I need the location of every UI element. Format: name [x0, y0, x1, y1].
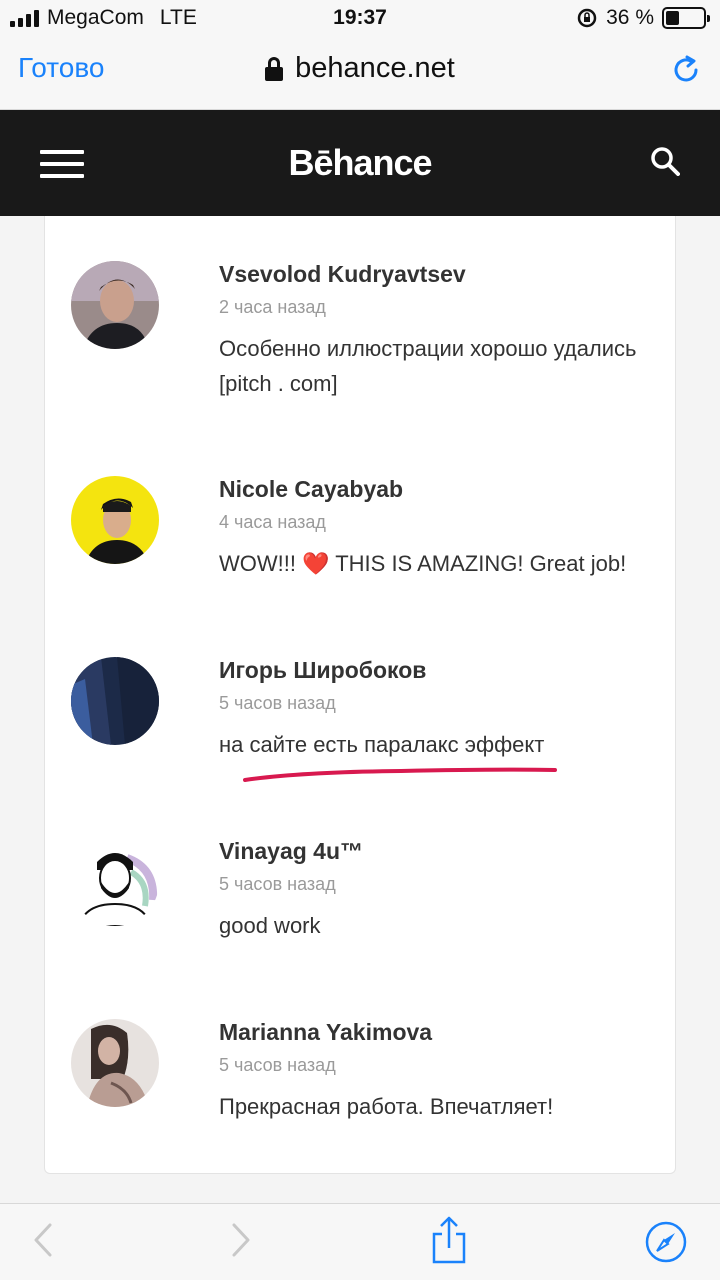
battery-percent: 36 % [606, 6, 654, 29]
red-underline-annotation [243, 767, 557, 782]
comment-item: Marianna Yakimova 5 часов назад Прекрасн… [71, 1019, 651, 1129]
comment-item: Nicole Cayabyab 4 часа назад WOW!!! ❤️ T… [71, 476, 651, 586]
avatar[interactable] [71, 838, 159, 926]
battery-fill [666, 11, 679, 25]
behance-header: Bēhance [0, 110, 720, 216]
forward-arrow-icon[interactable] [228, 1222, 254, 1258]
share-icon[interactable] [430, 1216, 468, 1264]
behance-logo[interactable]: Bēhance [0, 142, 720, 184]
comments-card: Vsevolod Kudryavtsev 2 часа назад Особен… [44, 216, 676, 1174]
comment-time: 2 часа назад [219, 297, 326, 317]
comment-author[interactable]: Vsevolod Kudryavtsev [219, 261, 466, 288]
comment-text-start: WOW!!! [219, 551, 303, 576]
comment-time: 5 часов назад [219, 693, 336, 713]
url-text: behance.net [295, 52, 455, 84]
comment-text-end: THIS IS AMAZING! Great job! [329, 551, 627, 576]
comment-text: Прекрасная работа. Впечатляет! [219, 1094, 554, 1119]
heart-emoji: ❤️ [302, 551, 330, 576]
browser-url-bar: Готово behance.net [0, 38, 720, 110]
avatar[interactable] [71, 476, 159, 564]
address-field[interactable]: behance.net [0, 52, 720, 85]
browser-toolbar [0, 1203, 720, 1280]
lock-icon [265, 56, 284, 81]
comment-author[interactable]: Nicole Cayabyab [219, 476, 403, 503]
comment-time: 5 часов назад [219, 874, 336, 894]
comment-item: Vsevolod Kudryavtsev 2 часа назад Особен… [71, 261, 651, 401]
comment-author[interactable]: Marianna Yakimova [219, 1019, 432, 1046]
battery-icon [662, 7, 710, 29]
avatar[interactable] [71, 657, 159, 745]
search-icon[interactable] [650, 146, 680, 176]
comment-author[interactable]: Vinayag 4u™ [219, 838, 363, 865]
reload-icon[interactable] [670, 54, 702, 86]
comment-text: good work [219, 913, 321, 938]
comment-time: 4 часа назад [219, 512, 326, 532]
comment-text: Особенно иллюстрации хорошо удались [pit… [219, 336, 637, 396]
comment-item: Игорь Широбоков 5 часов назад на сайте е… [71, 657, 651, 767]
comment-text: WOW!!! ❤️ THIS IS AMAZING! Great job! [219, 546, 659, 581]
status-bar: MegaCom LTE 19:37 36 % [0, 0, 720, 38]
rotation-lock-icon [577, 8, 597, 28]
comment-text: на сайте есть паралакс эффект [219, 732, 545, 757]
comment-time: 5 часов назад [219, 1055, 336, 1075]
avatar[interactable] [71, 261, 159, 349]
status-right: 36 % [576, 6, 710, 30]
back-arrow-icon[interactable] [30, 1222, 56, 1258]
avatar[interactable] [71, 1019, 159, 1107]
comment-author[interactable]: Игорь Широбоков [219, 657, 426, 684]
comment-item: Vinayag 4u™ 5 часов назад good work [71, 838, 651, 948]
compass-icon[interactable] [644, 1220, 688, 1264]
